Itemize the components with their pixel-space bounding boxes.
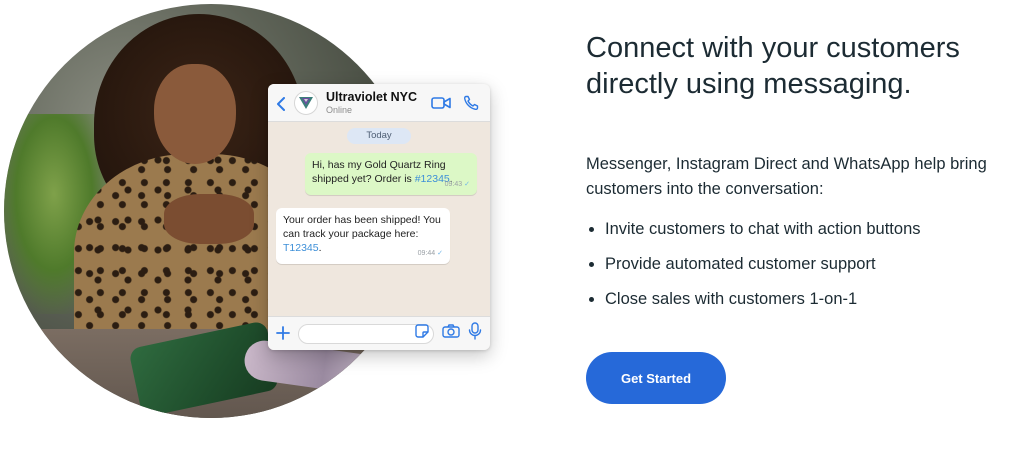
feature-list: Invite customers to chat with action but… bbox=[586, 219, 921, 324]
chevron-left-icon[interactable] bbox=[276, 96, 286, 111]
feature-item: Provide automated customer support bbox=[586, 254, 921, 274]
tracking-link[interactable]: T12345 bbox=[283, 242, 319, 254]
message-outgoing: Hi, has my Gold Quartz Ring shipped yet?… bbox=[305, 153, 477, 195]
message-time: 09:43 ✓ bbox=[444, 181, 470, 188]
message-time: 09:44 ✓ bbox=[417, 250, 443, 257]
message-text-end: . bbox=[318, 242, 322, 254]
chat-window: Ultraviolet NYC Online Today Hi, has my … bbox=[268, 84, 490, 350]
read-check-icon: ✓ bbox=[464, 181, 470, 188]
plus-icon[interactable] bbox=[276, 325, 290, 343]
microphone-icon[interactable] bbox=[468, 322, 482, 345]
contact-status: Online bbox=[326, 104, 353, 115]
feature-item: Close sales with customers 1-on-1 bbox=[586, 289, 921, 309]
feature-item: Invite customers to chat with action but… bbox=[586, 219, 921, 239]
camera-icon[interactable] bbox=[442, 324, 460, 343]
sticker-icon[interactable] bbox=[415, 324, 429, 343]
contact-name: Ultraviolet NYC bbox=[326, 89, 417, 104]
contact-info: Ultraviolet NYC Online bbox=[326, 90, 422, 116]
message-incoming: Your order has been shipped! You can tra… bbox=[276, 208, 450, 264]
hero-headline: Connect with your customers directly usi… bbox=[586, 32, 960, 100]
message-input[interactable] bbox=[298, 323, 434, 344]
read-check-icon: ✓ bbox=[437, 250, 443, 257]
hero-description: Messenger, Instagram Direct and WhatsApp… bbox=[586, 155, 987, 198]
contact-avatar bbox=[294, 90, 318, 115]
day-separator: Today bbox=[347, 128, 411, 144]
person-face-graphic bbox=[154, 64, 236, 164]
chat-messages: Today Hi, has my Gold Quartz Ring shippe… bbox=[268, 122, 490, 316]
phone-icon[interactable] bbox=[460, 94, 482, 112]
video-camera-icon[interactable] bbox=[430, 94, 452, 112]
message-text: Your order has been shipped! You can tra… bbox=[283, 214, 441, 240]
person-hands-graphic bbox=[164, 194, 254, 244]
chat-input-bar bbox=[268, 316, 490, 350]
get-started-button[interactable]: Get Started bbox=[586, 352, 726, 404]
chat-header: Ultraviolet NYC Online bbox=[268, 84, 490, 122]
